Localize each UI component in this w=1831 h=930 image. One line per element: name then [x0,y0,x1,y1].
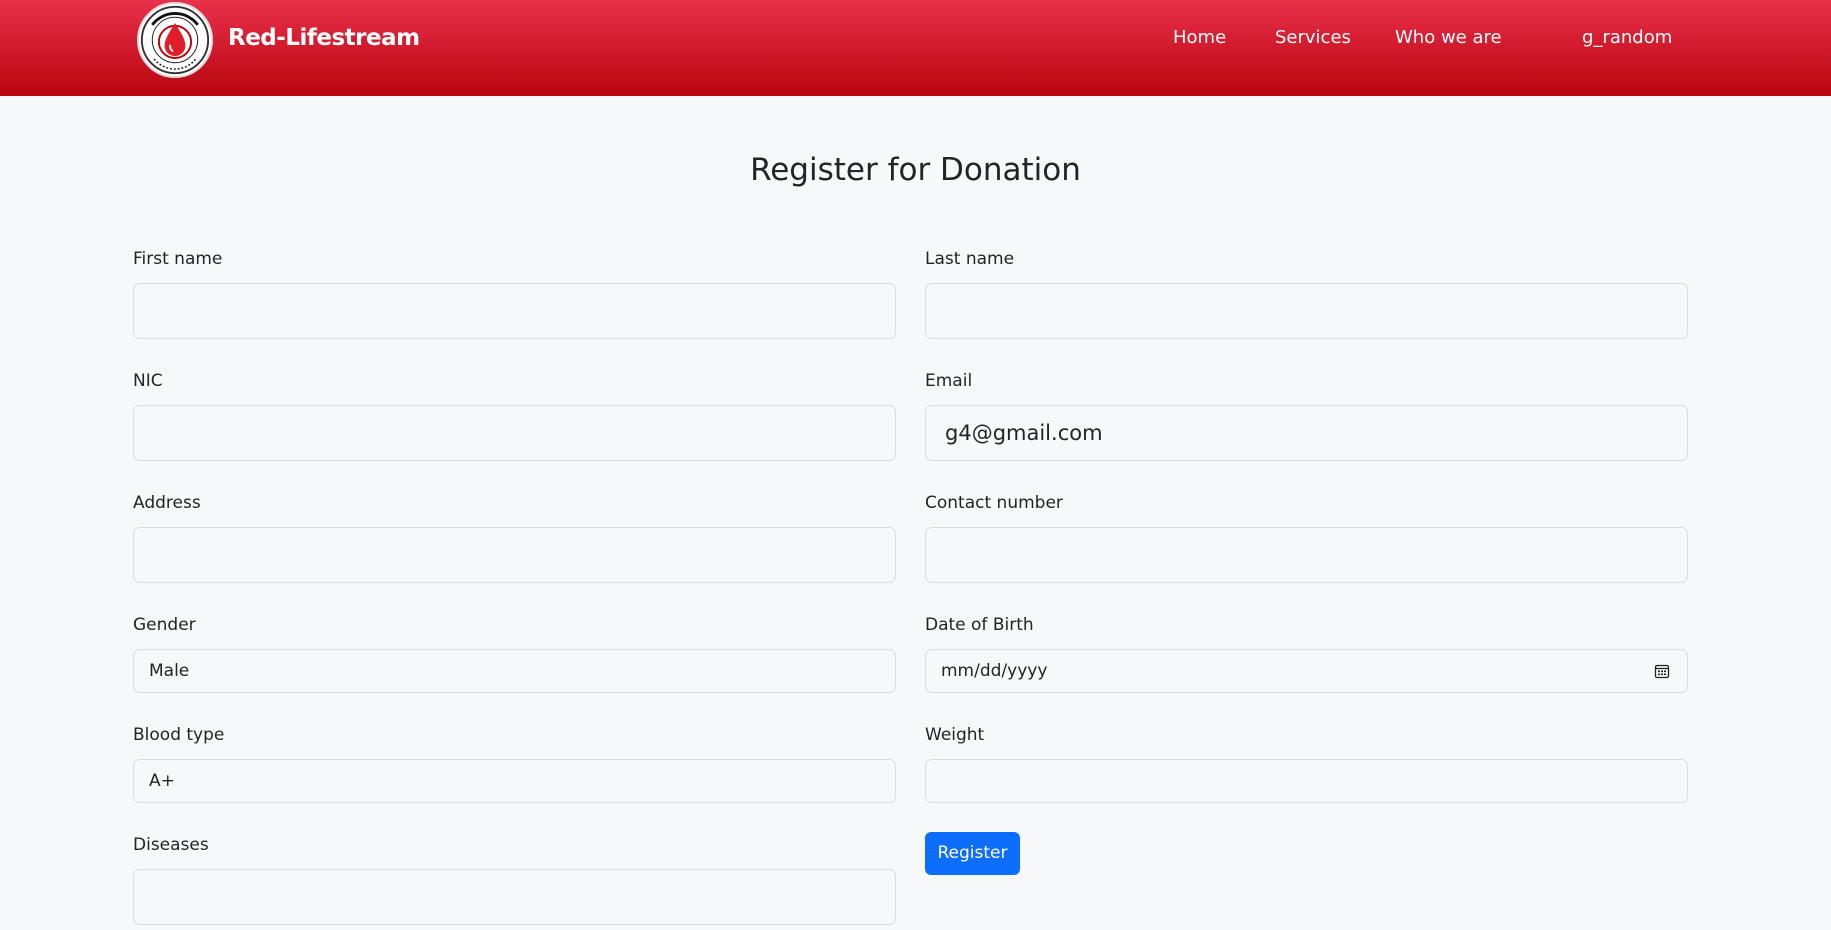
nav-who-we-are-link[interactable]: Who we are [1395,27,1502,49]
first-name-input[interactable] [133,283,896,339]
brand-logo[interactable] [137,2,213,78]
address-label: Address [133,493,201,513]
address-input[interactable] [133,527,896,583]
blood-drop-logo-icon [140,5,210,75]
gender-select[interactable]: Male [133,649,896,693]
last-name-label: Last name [925,249,1015,269]
register-button[interactable]: Register [925,832,1020,875]
date-of-birth-placeholder: mm/dd/yyyy [941,661,1048,681]
gender-selected-value: Male [149,661,190,681]
first-name-label: First name [133,249,223,269]
contact-number-label: Contact number [925,493,1063,513]
date-of-birth-input[interactable]: mm/dd/yyyy [925,649,1688,693]
blood-type-selected-value: A+ [149,771,175,791]
nav-services-link[interactable]: Services [1275,27,1351,49]
nic-label: NIC [133,371,163,391]
email-label: Email [925,371,973,391]
contact-number-input[interactable] [925,527,1688,583]
brand-name[interactable]: Red-Lifestream [228,22,420,54]
blood-type-label: Blood type [133,725,225,745]
nav-home-link[interactable]: Home [1173,27,1226,49]
nav-user-link[interactable]: g_random [1582,27,1672,49]
email-input[interactable] [925,405,1688,461]
weight-input[interactable] [925,759,1688,803]
diseases-label: Diseases [133,835,209,855]
date-of-birth-label: Date of Birth [925,615,1034,635]
diseases-input[interactable] [133,869,896,925]
page-title: Register for Donation [750,152,1081,188]
blood-type-select[interactable]: A+ [133,759,896,803]
top-navbar: Red-Lifestream Home Services Who we are … [0,0,1831,96]
last-name-input[interactable] [925,283,1688,339]
calendar-icon[interactable] [1654,663,1670,679]
gender-label: Gender [133,615,196,635]
weight-label: Weight [925,725,985,745]
nic-input[interactable] [133,405,896,461]
